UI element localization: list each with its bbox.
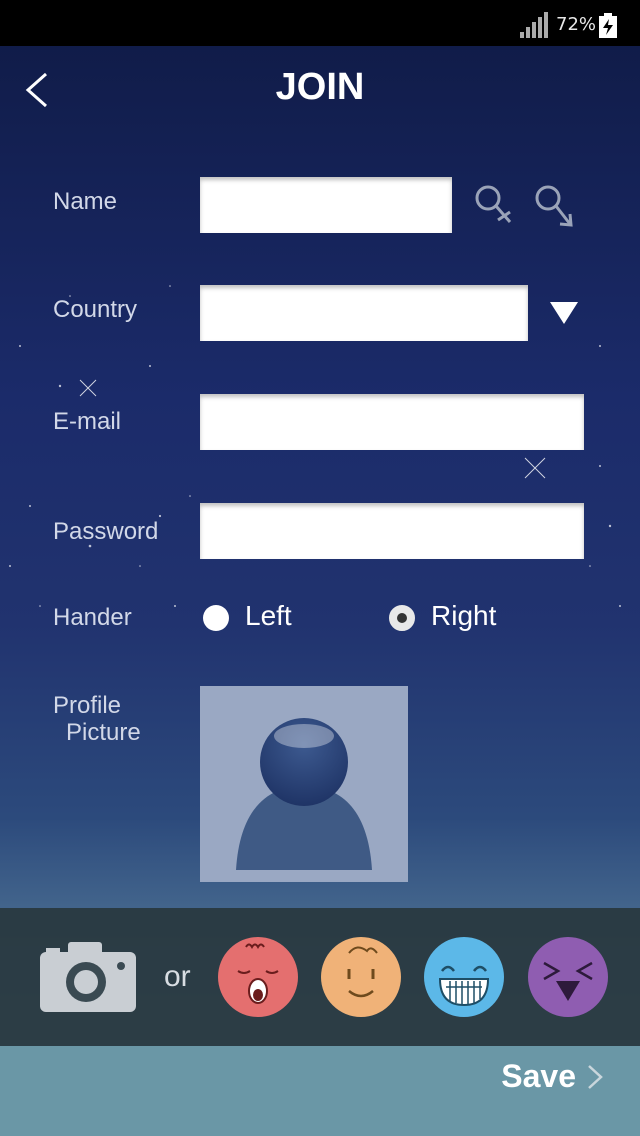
- male-icon[interactable]: [532, 182, 576, 230]
- profile-picture-label-line1: Profile: [53, 692, 122, 719]
- camera-icon[interactable]: [38, 938, 138, 1014]
- hander-left-label[interactable]: Left: [245, 600, 292, 632]
- avatar-face-orange-icon[interactable]: [321, 937, 401, 1017]
- country-label: Country: [53, 296, 138, 323]
- battery-charging-icon: [599, 13, 617, 38]
- triangle-down-icon[interactable]: [548, 300, 580, 326]
- save-button[interactable]: Save: [501, 1058, 604, 1095]
- female-icon[interactable]: [472, 182, 516, 230]
- email-label: E-mail: [53, 408, 122, 435]
- hander-label: Hander: [53, 604, 132, 631]
- page-title: JOIN: [275, 66, 365, 108]
- save-label: Save: [501, 1058, 576, 1094]
- country-select[interactable]: [200, 285, 528, 341]
- signal-icon: [520, 12, 548, 38]
- hander-left-radio[interactable]: [203, 605, 229, 631]
- status-bar: 72%: [0, 0, 640, 46]
- name-label: Name: [53, 188, 118, 215]
- battery-percentage: 72%: [556, 14, 597, 35]
- hander-right-label[interactable]: Right: [431, 600, 496, 632]
- email-input[interactable]: [200, 394, 584, 450]
- avatar-face-red-icon[interactable]: [218, 937, 298, 1017]
- avatar-face-purple-icon[interactable]: [528, 937, 608, 1017]
- profile-picture-frame[interactable]: [200, 686, 408, 882]
- profile-picture-label-line2: Picture: [66, 719, 141, 746]
- password-input[interactable]: [200, 503, 584, 559]
- or-separator: or: [164, 960, 191, 993]
- name-input[interactable]: [200, 177, 452, 233]
- person-silhouette-icon: [236, 718, 372, 870]
- hander-right-radio[interactable]: [389, 605, 415, 631]
- chevron-right-icon: [588, 1064, 603, 1089]
- avatar-face-blue-icon[interactable]: [424, 937, 504, 1017]
- password-label: Password: [53, 518, 159, 545]
